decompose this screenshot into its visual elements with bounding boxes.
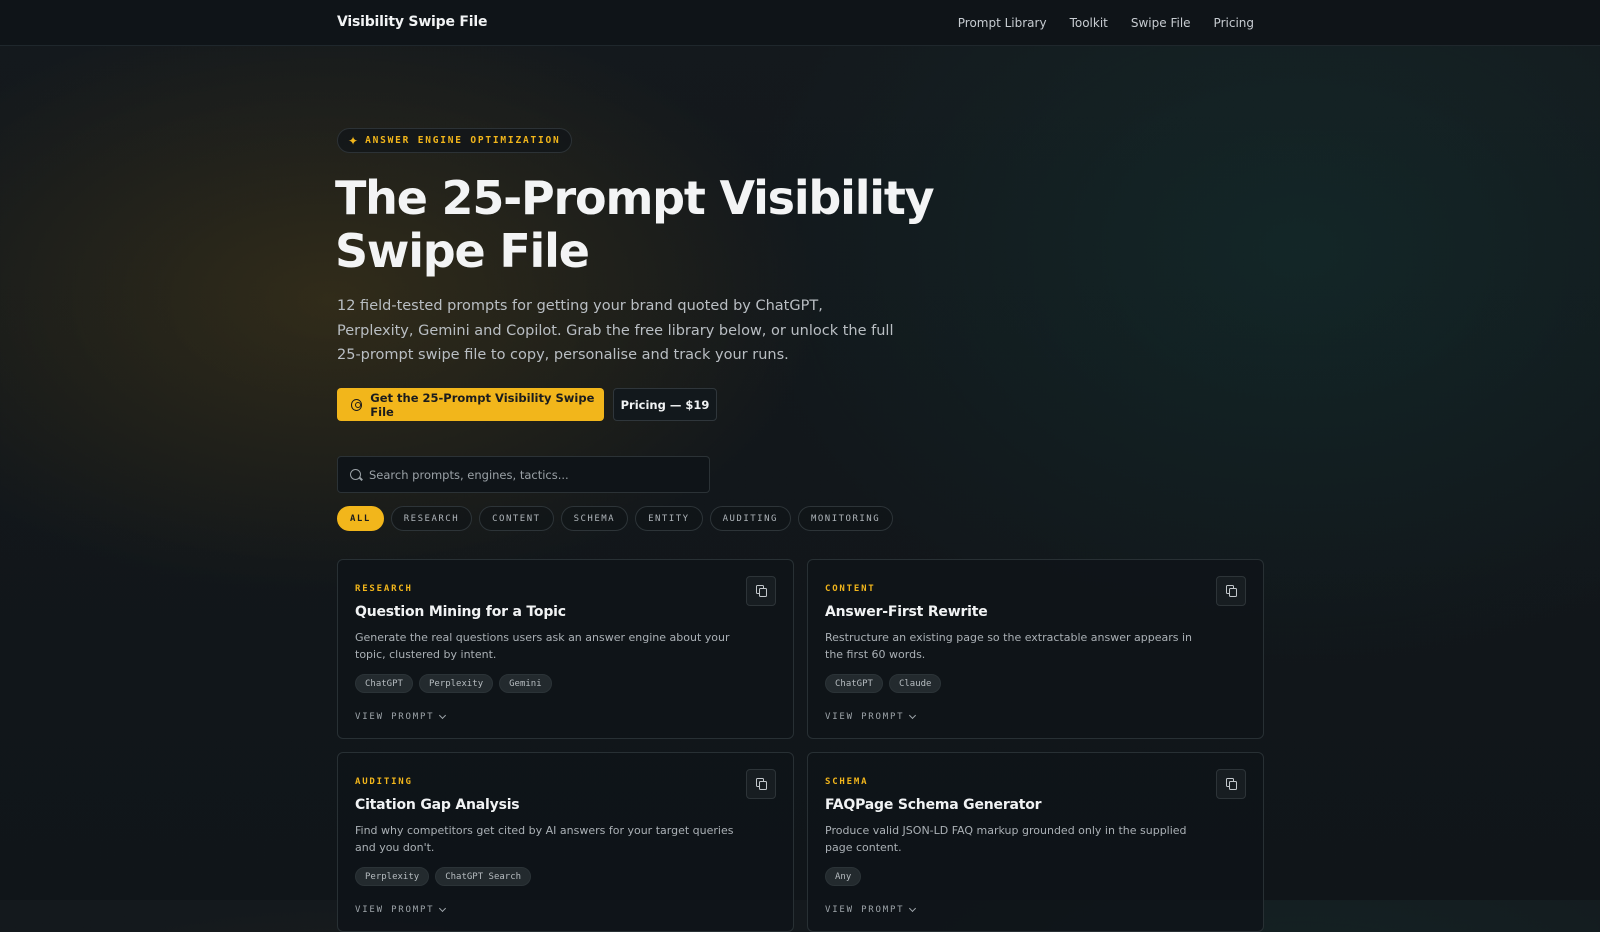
view-prompt-toggle[interactable]: VIEW PROMPT: [825, 904, 917, 915]
nav-link-prompt-library[interactable]: Prompt Library: [958, 16, 1047, 30]
target-icon: [351, 398, 363, 411]
view-prompt-toggle[interactable]: VIEW PROMPT: [355, 711, 447, 722]
card-title: Answer-First Rewrite: [825, 604, 988, 620]
engine-tag: Perplexity: [355, 867, 430, 886]
card-category: RESEARCH: [355, 584, 413, 594]
hero-subtitle: 12 field-tested prompts for getting your…: [337, 298, 894, 363]
card-tags: ChatGPT Claude: [825, 674, 942, 693]
sparkle-icon: ✦: [348, 133, 359, 148]
brand-logo[interactable]: Visibility Swipe File: [337, 14, 487, 30]
copy-button[interactable]: [1216, 769, 1246, 799]
nav-links: Prompt Library Toolkit Swipe File Pricin…: [958, 16, 1254, 30]
search-icon: [350, 469, 361, 480]
engine-tag: Perplexity: [418, 674, 494, 693]
card-description: Restructure an existing page so the extr…: [825, 631, 1192, 661]
card-category: SCHEMA: [825, 777, 869, 787]
nav-link-toolkit[interactable]: Toolkit: [1070, 16, 1108, 30]
eyebrow-badge: ✦ ANSWER ENGINE OPTIMIZATION: [337, 128, 572, 153]
search-box: [337, 456, 710, 493]
filter-chip-schema[interactable]: SCHEMA: [560, 506, 629, 531]
prompt-card: SCHEMA FAQPage Schema Generator Produce …: [807, 752, 1264, 932]
view-prompt-toggle[interactable]: VIEW PROMPT: [825, 711, 917, 722]
prompt-card: RESEARCH Question Mining for a Topic Gen…: [337, 559, 794, 739]
card-tags: Any: [825, 867, 862, 886]
filter-chip-content[interactable]: CONTENT: [479, 506, 554, 531]
card-title: Question Mining for a Topic: [355, 604, 566, 620]
card-category: CONTENT: [825, 584, 876, 594]
get-swipe-file-button[interactable]: Get the 25-Prompt Visibility Swipe File: [337, 388, 604, 421]
card-tags: Perplexity ChatGPT Search: [355, 867, 532, 886]
engine-tag: ChatGPT: [355, 674, 413, 693]
filter-chip-research[interactable]: RESEARCH: [390, 506, 473, 531]
get-swipe-file-label: Get the 25-Prompt Visibility Swipe File: [370, 390, 595, 419]
top-nav: Visibility Swipe File Prompt Library Too…: [0, 0, 1600, 46]
chevron-down-icon: [439, 711, 447, 720]
nav-link-pricing[interactable]: Pricing: [1214, 16, 1254, 30]
card-title: FAQPage Schema Generator: [825, 797, 1042, 813]
filter-chip-entity[interactable]: ENTITY: [635, 506, 703, 531]
chevron-down-icon: [909, 711, 917, 720]
card-title: Citation Gap Analysis: [355, 797, 520, 813]
view-prompt-label: VIEW PROMPT: [355, 712, 435, 722]
view-prompt-label: VIEW PROMPT: [825, 905, 905, 915]
pricing-button[interactable]: Pricing — $19: [613, 388, 717, 421]
view-prompt-label: VIEW PROMPT: [825, 712, 905, 722]
engine-tag: ChatGPT Search: [435, 867, 532, 886]
copy-button[interactable]: [746, 576, 776, 606]
prompt-card: AUDITING Citation Gap Analysis Find why …: [337, 752, 794, 932]
pricing-button-label: Pricing — $19: [620, 397, 710, 412]
nav-link-swipe-file[interactable]: Swipe File: [1131, 16, 1191, 30]
filter-chips: ALL RESEARCH CONTENT SCHEMA ENTITY AUDIT…: [337, 506, 894, 531]
prompt-card: CONTENT Answer-First Rewrite Restructure…: [807, 559, 1264, 739]
card-category: AUDITING: [355, 777, 413, 787]
engine-tag: Gemini: [499, 674, 552, 693]
card-description: Generate the real questions users ask an…: [355, 631, 730, 661]
copy-button[interactable]: [746, 769, 776, 799]
chevron-down-icon: [909, 904, 917, 913]
card-tags: ChatGPT Perplexity Gemini: [355, 674, 552, 693]
filter-chip-auditing[interactable]: AUDITING: [709, 506, 791, 531]
eyebrow-label: ANSWER ENGINE OPTIMIZATION: [365, 135, 561, 146]
engine-tag: Claude: [888, 674, 942, 693]
filter-chip-all[interactable]: ALL: [337, 506, 384, 531]
search-input[interactable]: [369, 467, 709, 482]
view-prompt-toggle[interactable]: VIEW PROMPT: [355, 904, 447, 915]
filter-chip-monitoring[interactable]: MONITORING: [797, 506, 894, 531]
page-title: The 25-Prompt Visibility Swipe File: [335, 171, 935, 278]
engine-tag: Any: [825, 867, 862, 886]
copy-button[interactable]: [1216, 576, 1246, 606]
chevron-down-icon: [439, 904, 447, 913]
view-prompt-label: VIEW PROMPT: [355, 905, 435, 915]
card-description: Produce valid JSON-LD FAQ markup grounde…: [825, 824, 1187, 854]
card-description: Find why competitors get cited by AI ans…: [355, 824, 734, 854]
engine-tag: ChatGPT: [825, 674, 883, 693]
